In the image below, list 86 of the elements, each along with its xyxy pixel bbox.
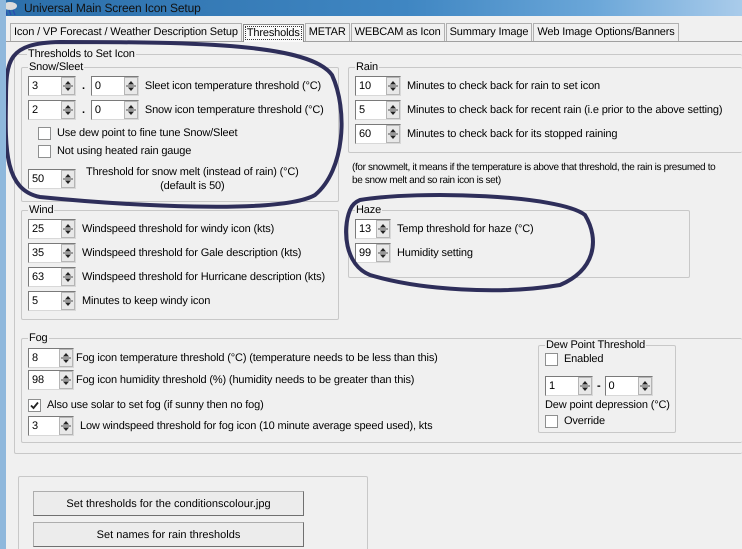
snowmelt-note: (for snowmelt, it means if the temperature is above that threshold, the rain is presumed to be snow melt and so rain icon is set): [351, 161, 716, 187]
spin-box[interactable]: 2: [28, 100, 76, 120]
spin-box[interactable]: 1: [545, 376, 593, 396]
group-title: Thresholds to Set Icon: [27, 48, 136, 61]
group-title: Wind: [28, 204, 54, 217]
up-down-arrows-icon[interactable]: [386, 77, 400, 95]
checkbox[interactable]: [545, 352, 558, 366]
spin-box[interactable]: 0: [90, 76, 139, 96]
checkbox[interactable]: [38, 126, 51, 140]
group-title: Dew Point Threshold: [545, 339, 646, 352]
checkbox-label: Use dew point to fine tune Snow/Sleet: [57, 126, 238, 140]
field-label: Minutes to check back for rain to set icon: [407, 79, 600, 93]
field-label: Minutes to check back for its stopped raining: [407, 127, 618, 141]
spin-box[interactable]: 25: [28, 219, 76, 239]
field-label: Snow icon temperature threshold (°C): [144, 103, 324, 117]
spin-box[interactable]: 63: [28, 267, 76, 287]
window-title: Universal Main Screen Icon Setup: [24, 1, 201, 15]
group-title: Haze: [355, 204, 382, 217]
group-title: Snow/Sleet: [28, 61, 84, 74]
group-title: Fog: [28, 332, 49, 345]
field-label: Low windspeed threshold for fog icon (10 minute average speed used), kts: [80, 419, 432, 433]
separator: .: [82, 80, 85, 92]
up-down-arrows-icon[interactable]: [59, 349, 73, 367]
group-title: Rain: [355, 61, 380, 74]
tab[interactable]: Icon / VP Forecast / Weather Description Setup: [10, 23, 242, 41]
tab[interactable]: Summary Image: [446, 23, 532, 41]
up-down-arrows-icon[interactable]: [61, 77, 75, 95]
up-down-arrows-icon[interactable]: [59, 417, 73, 435]
separator: .: [82, 104, 85, 116]
tab[interactable]: Web Image Options/Banners: [533, 23, 679, 41]
spin-box[interactable]: 35: [28, 243, 76, 263]
up-down-arrows-icon[interactable]: [376, 220, 390, 238]
field-label: Windspeed threshold for Gale description (kts): [82, 246, 302, 260]
field-label: Temp threshold for haze (°C): [397, 222, 534, 236]
tab[interactable]: WEBCAM as Icon: [350, 23, 445, 41]
field-label: Dew point depression (°C): [545, 398, 670, 412]
checkbox-label: Enabled: [564, 352, 604, 366]
checkbox-label: Override: [564, 414, 605, 428]
spin-box[interactable]: 10: [355, 76, 401, 96]
field-label: Minutes to check back for recent rain (i.e prior to the above setting): [407, 103, 722, 117]
tab[interactable]: METAR: [304, 23, 350, 41]
spin-box[interactable]: 3: [28, 416, 74, 436]
up-down-arrows-icon[interactable]: [124, 77, 138, 95]
separator: -: [597, 380, 601, 392]
checkbox[interactable]: [28, 398, 41, 412]
spin-box[interactable]: 99: [355, 243, 391, 263]
checkbox-label: Also use solar to set fog (if sunny then no fog): [47, 398, 264, 412]
spin-box[interactable]: 8: [28, 348, 74, 368]
spin-box[interactable]: 0: [90, 100, 139, 120]
field-label: Fog icon temperature threshold (°C) (temperature needs to be less than this): [76, 351, 438, 365]
spin-box[interactable]: 5: [355, 100, 401, 120]
up-down-arrows-icon[interactable]: [61, 220, 75, 238]
up-down-arrows-icon[interactable]: [638, 377, 652, 395]
tab[interactable]: Thresholds: [242, 24, 304, 42]
up-down-arrows-icon[interactable]: [386, 125, 400, 143]
spin-box[interactable]: 5: [28, 291, 76, 311]
checkbox[interactable]: [545, 414, 558, 428]
field-label: Windspeed threshold for windy icon (kts): [82, 222, 274, 236]
up-down-arrows-icon[interactable]: [578, 377, 592, 395]
up-down-arrows-icon[interactable]: [61, 101, 75, 119]
up-down-arrows-icon[interactable]: [386, 101, 400, 119]
up-down-arrows-icon[interactable]: [61, 244, 75, 262]
up-down-arrows-icon[interactable]: [61, 268, 75, 286]
up-down-arrows-icon[interactable]: [61, 170, 75, 188]
field-label: Minutes to keep windy icon: [82, 294, 210, 308]
field-label: Humidity setting: [397, 246, 473, 260]
up-down-arrows-icon[interactable]: [59, 371, 73, 389]
up-down-arrows-icon[interactable]: [124, 101, 138, 119]
action-button[interactable]: Set names for rain thresholds: [33, 522, 304, 547]
spin-box[interactable]: 0: [604, 376, 653, 396]
spin-box[interactable]: 13: [355, 219, 391, 239]
up-down-arrows-icon[interactable]: [61, 292, 75, 310]
checkbox-label: Not using heated rain gauge: [57, 144, 192, 158]
spin-box[interactable]: 50: [28, 169, 76, 189]
field-label: Fog icon humidity threshold (%) (humidity needs to be greater than this): [76, 373, 414, 387]
spin-box[interactable]: 60: [355, 124, 401, 144]
field-label: Windspeed threshold for Hurricane description (kts): [82, 270, 326, 284]
up-down-arrows-icon[interactable]: [376, 244, 390, 262]
spin-box[interactable]: 98: [28, 370, 74, 390]
action-button[interactable]: Set thresholds for the conditionscolour.jpg: [33, 491, 304, 516]
field-note: (default is 50): [159, 179, 226, 193]
weather-icon: [6, 0, 18, 16]
field-label: Threshold for snow melt (instead of rain) (°C): [86, 165, 299, 179]
spin-box[interactable]: 3: [28, 76, 76, 96]
field-label: Sleet icon temperature threshold (°C): [144, 79, 322, 93]
checkbox[interactable]: [38, 144, 51, 158]
